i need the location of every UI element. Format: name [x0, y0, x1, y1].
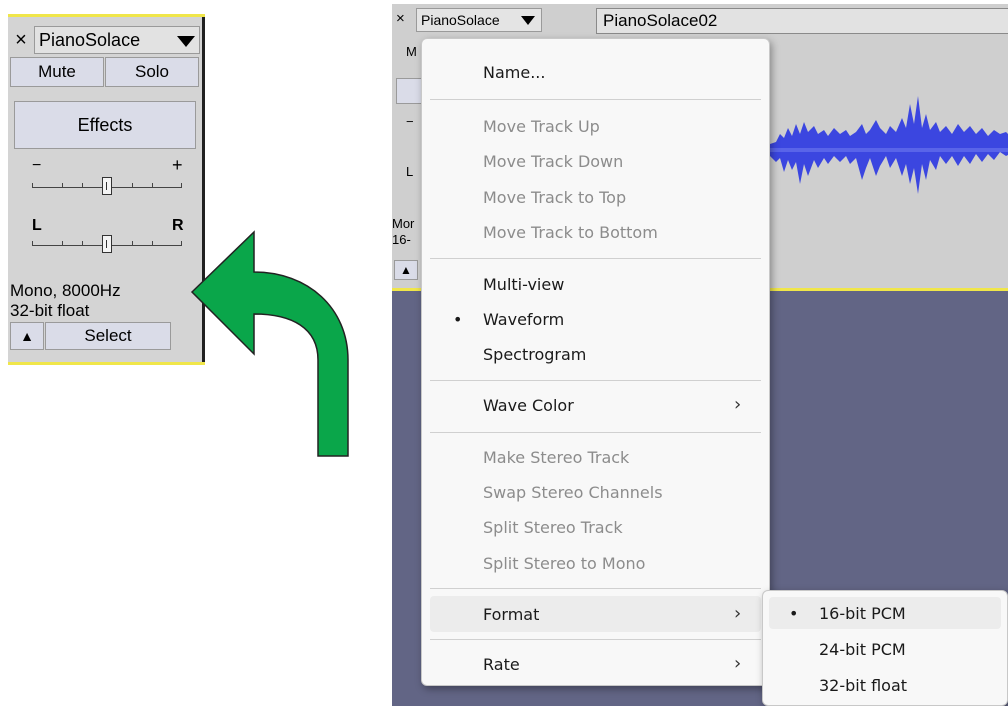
track-info-rate: Mono, 8000Hz	[10, 281, 121, 300]
gain-slider-thumb[interactable]	[102, 177, 112, 195]
solo-button[interactable]: Solo	[105, 57, 199, 87]
slider-tick	[152, 183, 153, 187]
menu-separator	[430, 258, 761, 259]
menu-item-split-stereo-to-mono: Split Stereo to Mono	[483, 554, 646, 573]
collapse-track-button[interactable]: ▲	[394, 260, 418, 280]
slider-tick	[181, 183, 182, 187]
menu-item-name[interactable]: Name...	[483, 63, 545, 82]
select-track-button[interactable]: Select	[45, 322, 171, 350]
menu-item-move-track-to-bottom: Move Track to Bottom	[483, 223, 658, 242]
track-control-panel-zoomed: × PianoSolace Mute Solo Effects − + L R …	[8, 14, 205, 365]
menu-item-split-stereo-track: Split Stereo Track	[483, 518, 623, 537]
submenu-chevron-icon: ›	[734, 394, 742, 415]
gain-plus-label: +	[172, 155, 183, 175]
menu-item-spectrogram[interactable]: Spectrogram	[483, 345, 586, 364]
slider-tick	[181, 241, 182, 245]
menu-item-rate[interactable]: Rate	[483, 655, 520, 674]
green-curved-arrow-icon	[190, 230, 349, 457]
menu-separator	[430, 588, 761, 589]
slider-tick	[32, 183, 33, 187]
dropdown-triangle-icon	[177, 36, 195, 47]
format-submenu: • 16-bit PCM 24-bit PCM 32-bit float	[762, 590, 1008, 706]
slider-tick	[62, 183, 63, 187]
track-name-dropdown[interactable]: PianoSolace	[416, 8, 542, 32]
slider-tick	[132, 241, 133, 245]
pan-slider-thumb[interactable]	[102, 235, 112, 253]
slider-tick	[82, 183, 83, 187]
gain-minus-label: −	[32, 157, 42, 174]
pan-left-label: L	[32, 217, 42, 234]
pan-right-label: R	[172, 217, 184, 234]
track-info-format: 16-	[392, 232, 411, 247]
selected-bullet-icon: •	[453, 310, 463, 329]
collapse-track-button[interactable]: ▲	[10, 322, 44, 350]
effects-button[interactable]: Effects	[14, 101, 196, 149]
menu-item-format[interactable]: Format	[483, 605, 539, 624]
mute-button-partial[interactable]: M	[406, 44, 417, 59]
track-context-menu: Name... Move Track Up Move Track Down Mo…	[421, 38, 770, 686]
slider-tick	[132, 183, 133, 187]
close-track-button[interactable]: ×	[396, 10, 405, 27]
close-track-button[interactable]: ×	[10, 27, 32, 53]
menu-item-16-bit-pcm[interactable]: 16-bit PCM	[819, 604, 906, 623]
menu-item-waveform[interactable]: Waveform	[483, 310, 564, 329]
menu-separator	[430, 380, 761, 381]
menu-item-24-bit-pcm[interactable]: 24-bit PCM	[819, 640, 906, 659]
slider-tick	[152, 241, 153, 245]
menu-separator	[430, 432, 761, 433]
menu-item-swap-stereo-channels: Swap Stereo Channels	[483, 483, 663, 502]
menu-item-32-bit-float[interactable]: 32-bit float	[819, 676, 907, 695]
dropdown-triangle-icon	[521, 16, 535, 25]
selected-bullet-icon: •	[789, 604, 799, 623]
track-name-label: PianoSolace	[421, 12, 500, 28]
submenu-chevron-icon: ›	[734, 653, 742, 674]
menu-item-multi-view[interactable]: Multi-view	[483, 275, 564, 294]
menu-separator	[430, 639, 761, 640]
track-name-dropdown[interactable]: PianoSolace	[34, 26, 200, 54]
track-name-label: PianoSolace	[39, 30, 141, 50]
waveform-display[interactable]	[770, 84, 1008, 224]
menu-highlight	[430, 596, 761, 632]
menu-item-make-stereo-track: Make Stereo Track	[483, 448, 630, 467]
gain-minus-label: −	[406, 114, 414, 129]
slider-tick	[32, 241, 33, 245]
slider-tick	[82, 241, 83, 245]
pan-left-label: L	[406, 164, 414, 179]
track-info-format: 32-bit float	[10, 301, 90, 320]
clip-title-bar[interactable]: PianoSolace02	[596, 8, 1008, 34]
menu-item-move-track-to-top: Move Track to Top	[483, 188, 627, 207]
menu-separator	[430, 99, 761, 100]
mute-button[interactable]: Mute	[10, 57, 104, 87]
track-info-rate: Mor	[392, 216, 415, 231]
menu-item-move-track-up: Move Track Up	[483, 117, 600, 136]
clip-title: PianoSolace02	[603, 11, 718, 30]
submenu-chevron-icon: ›	[734, 603, 742, 624]
slider-tick	[62, 241, 63, 245]
menu-item-move-track-down: Move Track Down	[483, 152, 624, 171]
menu-item-wave-color[interactable]: Wave Color	[483, 396, 574, 415]
effects-button-partial[interactable]	[396, 78, 424, 104]
